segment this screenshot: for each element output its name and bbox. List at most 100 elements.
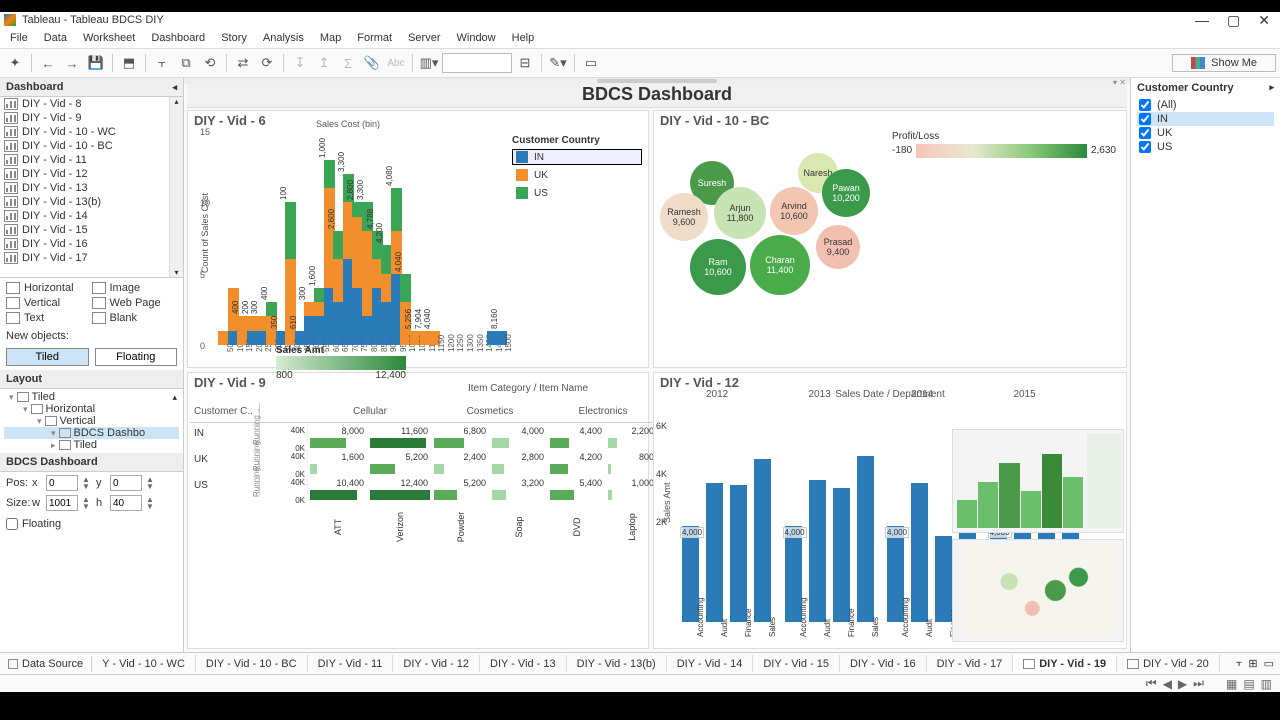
dashboard-canvas[interactable]: ▾ ✕ BDCS Dashboard DIY - Vid - 6 Sales C… bbox=[184, 78, 1130, 652]
bubble-prasad[interactable]: Prasad9,400 bbox=[816, 225, 860, 269]
bubble-arjun[interactable]: Arjun11,800 bbox=[714, 187, 766, 239]
text-icon[interactable] bbox=[6, 312, 20, 324]
thumbnail-2[interactable] bbox=[952, 539, 1124, 643]
layout-node[interactable]: ▾Vertical bbox=[4, 415, 179, 427]
minimize-button[interactable]: — bbox=[1195, 14, 1209, 26]
worksheet-item[interactable]: DIY - Vid - 10 - BC bbox=[0, 139, 183, 153]
sheet-tab[interactable]: DIY - Vid - 15 bbox=[753, 655, 840, 672]
sheet-tab[interactable]: DIY - Vid - 17 bbox=[927, 655, 1014, 672]
dashboard-title[interactable]: BDCS Dashboard bbox=[187, 80, 1127, 108]
prev-button[interactable]: ◀ bbox=[1163, 677, 1172, 691]
tiled-toggle[interactable]: Tiled bbox=[6, 348, 89, 366]
sheet-tab[interactable]: DIY - Vid - 16 bbox=[840, 655, 927, 672]
clear-button[interactable]: ⟲ bbox=[199, 52, 221, 74]
worksheet-item[interactable]: DIY - Vid - 16 bbox=[0, 237, 183, 251]
duplicate-button[interactable]: ⧉ bbox=[175, 52, 197, 74]
menu-map[interactable]: Map bbox=[312, 30, 349, 46]
new-datasource-button[interactable]: ⬒ bbox=[118, 52, 140, 74]
layout-node[interactable]: ▾Horizontal bbox=[4, 403, 179, 415]
menu-data[interactable]: Data bbox=[36, 30, 75, 46]
fit-dropdown[interactable]: ▥▾ bbox=[418, 52, 440, 74]
webpage-icon[interactable] bbox=[92, 297, 106, 309]
last-button[interactable]: ⏭ bbox=[1193, 676, 1204, 691]
pos-y-input[interactable] bbox=[110, 475, 142, 491]
profit-loss-legend[interactable]: Profit/Loss -180 2,630 bbox=[892, 131, 1116, 158]
bubble-pawan[interactable]: Pawan10,200 bbox=[822, 169, 870, 217]
worksheet-item[interactable]: DIY - Vid - 10 - WC bbox=[0, 125, 183, 139]
filter-item[interactable]: IN bbox=[1137, 112, 1274, 126]
menu-server[interactable]: Server bbox=[400, 30, 448, 46]
menu-file[interactable]: File bbox=[2, 30, 36, 46]
highlight-button[interactable]: ✎▾ bbox=[547, 52, 569, 74]
tableau-logo-icon[interactable]: ✦ bbox=[4, 52, 26, 74]
floating-toggle[interactable]: Floating bbox=[95, 348, 178, 366]
worksheet-item[interactable]: DIY - Vid - 13(b) bbox=[0, 195, 183, 209]
vertical-icon[interactable] bbox=[6, 297, 20, 309]
menu-help[interactable]: Help bbox=[504, 30, 543, 46]
sheet-tab[interactable]: DIY - Vid - 14 bbox=[667, 655, 754, 672]
sheet-tab[interactable]: DIY - Vid - 11 bbox=[308, 655, 394, 672]
data-source-tab[interactable]: Data Source bbox=[0, 656, 92, 672]
menu-dashboard[interactable]: Dashboard bbox=[143, 30, 213, 46]
worksheet-item[interactable]: DIY - Vid - 15 bbox=[0, 223, 183, 237]
sheet-tabs[interactable]: Data Source Y - Vid - 10 - WCDIY - Vid -… bbox=[0, 652, 1280, 674]
label-button[interactable]: Abc bbox=[385, 52, 407, 74]
view-list-icon[interactable]: ▤ bbox=[1243, 677, 1254, 691]
worksheet-item[interactable]: DIY - Vid - 17 bbox=[0, 251, 183, 265]
first-button[interactable]: ⏮ bbox=[1146, 676, 1157, 691]
next-button[interactable]: ▶ bbox=[1178, 677, 1187, 691]
sheet-tab[interactable]: DIY - Vid - 13(b) bbox=[567, 655, 667, 672]
viz-diy-vid-9[interactable]: DIY - Vid - 9 Sales Amt 80012,400 Item C… bbox=[187, 372, 649, 649]
bubble-ram[interactable]: Ram10,600 bbox=[690, 239, 746, 295]
drag-handle[interactable] bbox=[597, 79, 717, 83]
worksheet-item[interactable]: DIY - Vid - 12 bbox=[0, 167, 183, 181]
filter-item[interactable]: (All) bbox=[1137, 98, 1274, 112]
sheet-tab[interactable]: DIY - Vid - 19 bbox=[1013, 655, 1117, 672]
blank-icon[interactable] bbox=[92, 312, 106, 324]
redo-button[interactable]: → bbox=[61, 52, 83, 74]
new-dashboard-icon[interactable]: ⊞ bbox=[1248, 657, 1257, 670]
menu-format[interactable]: Format bbox=[349, 30, 400, 46]
filter-item[interactable]: UK bbox=[1137, 126, 1274, 140]
sheet-tab[interactable]: DIY - Vid - 13 bbox=[480, 655, 567, 672]
size-h-input[interactable] bbox=[110, 495, 142, 511]
sheet-tab[interactable]: DIY - Vid - 20 bbox=[1117, 655, 1220, 672]
undo-button[interactable]: ← bbox=[37, 52, 59, 74]
menu-story[interactable]: Story bbox=[213, 30, 255, 46]
layout-node[interactable]: ▸Tiled bbox=[4, 439, 179, 451]
bubble-arvind[interactable]: Arvind10,600 bbox=[770, 187, 818, 235]
image-icon[interactable] bbox=[92, 282, 106, 294]
bubble-charan[interactable]: Charan11,400 bbox=[750, 235, 810, 295]
menu-worksheet[interactable]: Worksheet bbox=[75, 30, 143, 46]
fit-combo[interactable] bbox=[442, 53, 512, 73]
viz-diy-vid-6[interactable]: DIY - Vid - 6 Sales Cost (bin) Count of … bbox=[187, 110, 649, 368]
maximize-button[interactable]: ▢ bbox=[1227, 14, 1240, 26]
size-w-input[interactable] bbox=[46, 495, 78, 511]
sort-asc-button[interactable]: ↧ bbox=[289, 52, 311, 74]
horizontal-icon[interactable] bbox=[6, 282, 20, 294]
object-webpage[interactable]: Web Page bbox=[110, 297, 178, 309]
worksheet-item[interactable]: DIY - Vid - 8 bbox=[0, 97, 183, 111]
viz-diy-vid-12[interactable]: DIY - Vid - 12 Sales Date / Department S… bbox=[653, 372, 1127, 649]
floating-checkbox[interactable] bbox=[6, 518, 18, 530]
menu-window[interactable]: Window bbox=[449, 30, 504, 46]
thumbnail-1[interactable] bbox=[952, 429, 1124, 533]
show-me-button[interactable]: Show Me bbox=[1172, 54, 1276, 72]
object-image[interactable]: Image bbox=[110, 282, 178, 294]
new-worksheet-icon[interactable]: ⫟ bbox=[1236, 657, 1243, 670]
worksheet-list[interactable]: ▴ ▾ DIY - Vid - 8DIY - Vid - 9DIY - Vid … bbox=[0, 97, 183, 277]
worksheet-item[interactable]: DIY - Vid - 14 bbox=[0, 209, 183, 223]
worksheet-item[interactable]: DIY - Vid - 11 bbox=[0, 153, 183, 167]
scrollbar[interactable]: ▴ ▾ bbox=[169, 97, 183, 277]
presentation-button[interactable]: ▭ bbox=[580, 52, 602, 74]
object-text[interactable]: Text bbox=[24, 312, 92, 324]
layout-tree[interactable]: ▾Tiled▴▾Horizontal▾Vertical▾BDCS Dashbo▸… bbox=[0, 389, 183, 453]
new-story-icon[interactable]: ▭ bbox=[1264, 657, 1274, 670]
swap-button[interactable]: ⇄ bbox=[232, 52, 254, 74]
filter-customer-country[interactable]: Customer Country▸ (All)INUKUS bbox=[1130, 78, 1280, 652]
worksheet-item[interactable]: DIY - Vid - 13 bbox=[0, 181, 183, 195]
object-horizontal[interactable]: Horizontal bbox=[24, 282, 92, 294]
totals-button[interactable]: Σ bbox=[337, 52, 359, 74]
object-blank[interactable]: Blank bbox=[110, 312, 178, 324]
sales-amt-legend[interactable]: Sales Amt 80012,400 bbox=[276, 345, 406, 381]
